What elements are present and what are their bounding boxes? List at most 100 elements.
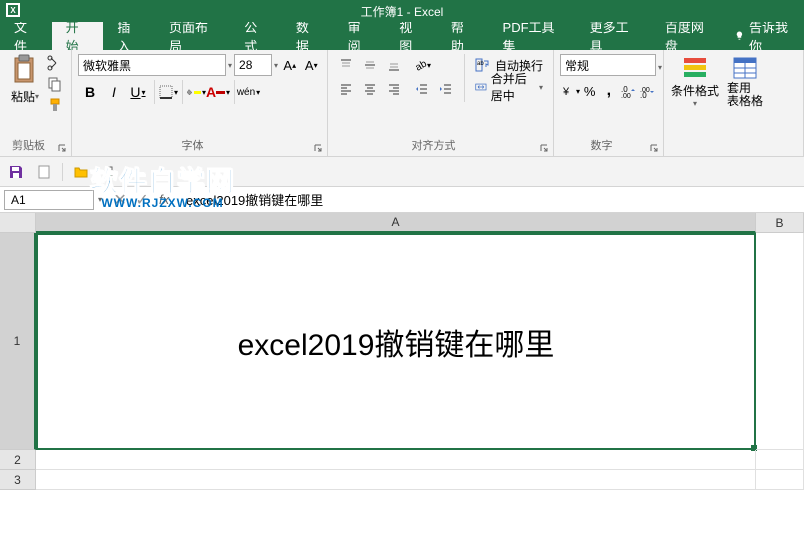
cell-A2[interactable]: [36, 450, 756, 470]
chevron-down-icon[interactable]: ▾: [98, 195, 102, 204]
table-format-icon: [731, 54, 759, 82]
conditional-format-button[interactable]: 条件格式 ▾: [670, 54, 720, 108]
folder-icon: [73, 164, 89, 180]
alignment-launcher[interactable]: [539, 140, 551, 152]
window-title: 工作簿1 - Excel: [361, 3, 444, 20]
tab-pagelayout[interactable]: 页面布局: [155, 22, 230, 50]
cancel-button[interactable]: ✕: [110, 190, 130, 210]
currency-button[interactable]: ¥▾: [560, 80, 580, 102]
tab-view[interactable]: 视图: [385, 22, 437, 50]
border-icon: [159, 85, 173, 99]
bucket-icon: [187, 85, 194, 99]
lightbulb-icon: [734, 30, 745, 42]
align-top-icon: [339, 58, 353, 72]
font-label: 字体: [72, 136, 313, 154]
chevron-down-icon[interactable]: ▾: [274, 61, 278, 70]
copy-button[interactable]: [46, 75, 64, 93]
inc-decimal-icon: .0.00: [620, 83, 636, 99]
align-left-icon: [339, 82, 353, 96]
format-table-button[interactable]: 套用 表格格: [720, 54, 770, 108]
increase-decimal-button[interactable]: .0.00: [619, 80, 638, 102]
select-all-corner[interactable]: [0, 213, 36, 233]
cell-A3[interactable]: [36, 470, 756, 490]
increase-font-button[interactable]: A▴: [280, 54, 299, 76]
tab-home[interactable]: 开始: [52, 22, 104, 50]
cell-B3[interactable]: [756, 470, 804, 490]
chevron-down-icon: ▾: [539, 83, 543, 92]
name-box[interactable]: [4, 190, 94, 210]
tab-formulas[interactable]: 公式: [230, 22, 282, 50]
underline-button[interactable]: U▾: [126, 80, 150, 104]
orientation-icon: ab: [413, 58, 427, 72]
enter-button[interactable]: ✓: [132, 190, 152, 210]
tab-help[interactable]: 帮助: [437, 22, 489, 50]
open-button[interactable]: [71, 162, 91, 182]
fx-button[interactable]: fx: [154, 190, 174, 210]
decrease-decimal-button[interactable]: .00.0: [638, 80, 657, 102]
launcher-icon: [57, 143, 67, 153]
row-header-1[interactable]: 1: [0, 233, 36, 450]
tab-review[interactable]: 审阅: [334, 22, 386, 50]
merge-center-button[interactable]: 合并后居中▾: [471, 76, 547, 98]
col-header-B[interactable]: B: [756, 213, 804, 233]
align-left-button[interactable]: [334, 78, 358, 100]
align-center-button[interactable]: [358, 78, 382, 100]
italic-button[interactable]: I: [102, 80, 126, 104]
quick-access-toolbar: [0, 157, 804, 187]
row-header-3[interactable]: 3: [0, 470, 36, 490]
font-size-input[interactable]: [234, 54, 272, 76]
wrap-icon: ab: [475, 57, 491, 73]
cut-button[interactable]: [46, 54, 64, 72]
clipboard-group: 粘贴▾ 剪贴板: [0, 50, 72, 156]
tab-file[interactable]: 文件: [0, 22, 52, 50]
cell-B2[interactable]: [756, 450, 804, 470]
launcher-icon: [539, 143, 549, 153]
percent-button[interactable]: %: [580, 80, 599, 102]
font-launcher[interactable]: [313, 140, 325, 152]
number-group: ▾ ¥▾ % , .0.00 .00.0 数字: [554, 50, 664, 156]
align-top-button[interactable]: [334, 54, 358, 76]
x-icon: ✕: [113, 190, 126, 210]
merge-icon: [475, 79, 487, 95]
fill-color-button[interactable]: ▾: [182, 80, 206, 104]
alignment-group: ab▾ ab自动换行 合并后居中▾ 对齐方式: [328, 50, 554, 156]
format-painter-button[interactable]: [46, 96, 64, 114]
cell-B1[interactable]: [756, 233, 804, 450]
tab-insert[interactable]: 插入: [103, 22, 155, 50]
fx-icon: fx: [159, 192, 169, 207]
number-launcher[interactable]: [649, 140, 661, 152]
number-format-select[interactable]: [560, 54, 656, 76]
increase-indent-button[interactable]: [434, 78, 458, 100]
phonetic-button[interactable]: wén▾: [234, 80, 258, 104]
decrease-indent-button[interactable]: [410, 78, 434, 100]
comma-button[interactable]: ,: [599, 80, 618, 102]
orientation-button[interactable]: ab▾: [410, 54, 434, 76]
chevron-down-icon: ▾: [35, 92, 39, 101]
tell-me[interactable]: 告诉我你: [726, 22, 804, 50]
save-button[interactable]: [6, 162, 26, 182]
font-color-button[interactable]: A▾: [206, 80, 230, 104]
align-right-button[interactable]: [382, 78, 406, 100]
row-header-2[interactable]: 2: [0, 450, 36, 470]
clipboard-launcher[interactable]: [57, 140, 69, 152]
tab-more[interactable]: 更多工具: [576, 22, 651, 50]
align-middle-button[interactable]: [358, 54, 382, 76]
chevron-down-icon[interactable]: ▾: [658, 63, 662, 72]
new-button[interactable]: [34, 162, 54, 182]
tab-data[interactable]: 数据: [282, 22, 334, 50]
font-name-input[interactable]: [78, 54, 226, 76]
align-bottom-button[interactable]: [382, 54, 406, 76]
cell-A1[interactable]: excel2019撤销键在哪里: [36, 233, 756, 450]
print-preview-button[interactable]: [99, 162, 119, 182]
decrease-font-button[interactable]: A▾: [302, 54, 321, 76]
chevron-down-icon[interactable]: ▾: [228, 61, 232, 70]
formula-input[interactable]: [178, 190, 804, 210]
excel-app-icon: X: [6, 3, 20, 17]
align-center-icon: [363, 82, 377, 96]
launcher-icon: [313, 143, 323, 153]
tab-baidu[interactable]: 百度网盘: [651, 22, 726, 50]
col-header-A[interactable]: A: [36, 213, 756, 233]
border-button[interactable]: ▾: [154, 80, 178, 104]
tab-pdf[interactable]: PDF工具集: [489, 22, 576, 50]
bold-button[interactable]: B: [78, 80, 102, 104]
